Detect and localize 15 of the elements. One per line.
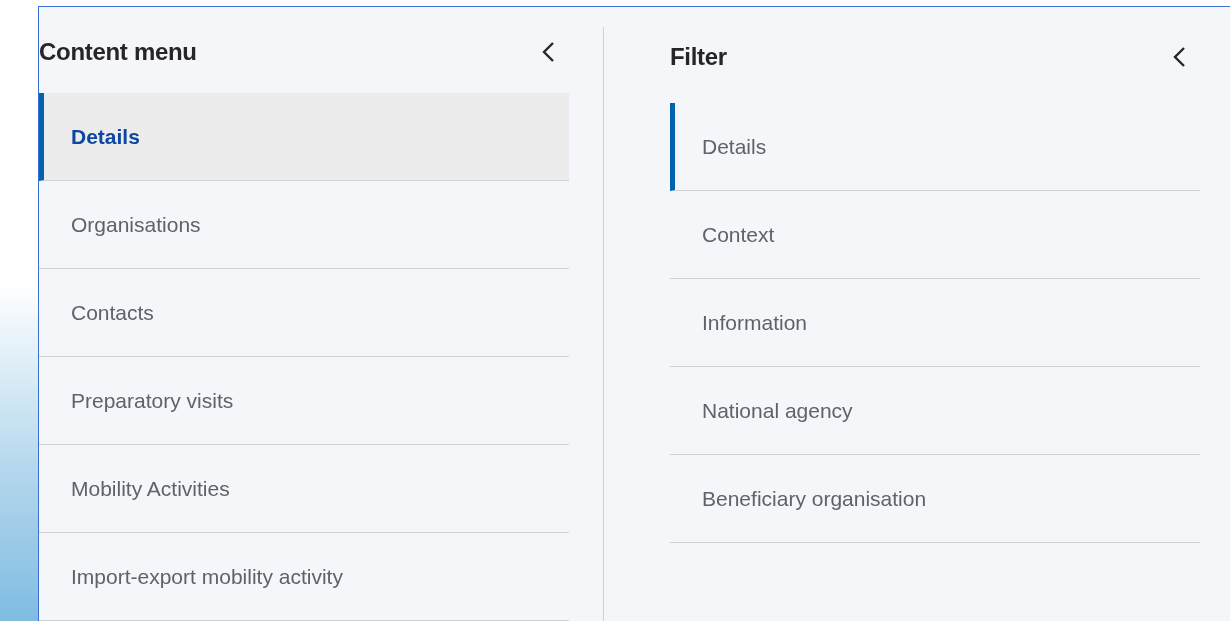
collapse-chevron-icon[interactable]: [541, 41, 555, 63]
menu-item[interactable]: Mobility Activities: [39, 445, 569, 533]
menu-item[interactable]: Preparatory visits: [39, 357, 569, 445]
collapse-chevron-icon[interactable]: [1172, 46, 1186, 68]
menu-item[interactable]: Context: [670, 191, 1200, 279]
menu-item[interactable]: Beneficiary organisation: [670, 455, 1200, 543]
menu-item[interactable]: National agency: [670, 367, 1200, 455]
menu-item[interactable]: Information: [670, 279, 1200, 367]
menu-item[interactable]: Contacts: [39, 269, 569, 357]
panel-title: Content menu: [39, 37, 197, 67]
menu-item[interactable]: Organisations: [39, 181, 569, 269]
menu-item[interactable]: Import-export mobility activity: [39, 533, 569, 621]
menu-item[interactable]: Details: [670, 103, 1200, 191]
panel-title: Filter: [670, 42, 727, 72]
menu-item[interactable]: Details: [39, 93, 569, 181]
